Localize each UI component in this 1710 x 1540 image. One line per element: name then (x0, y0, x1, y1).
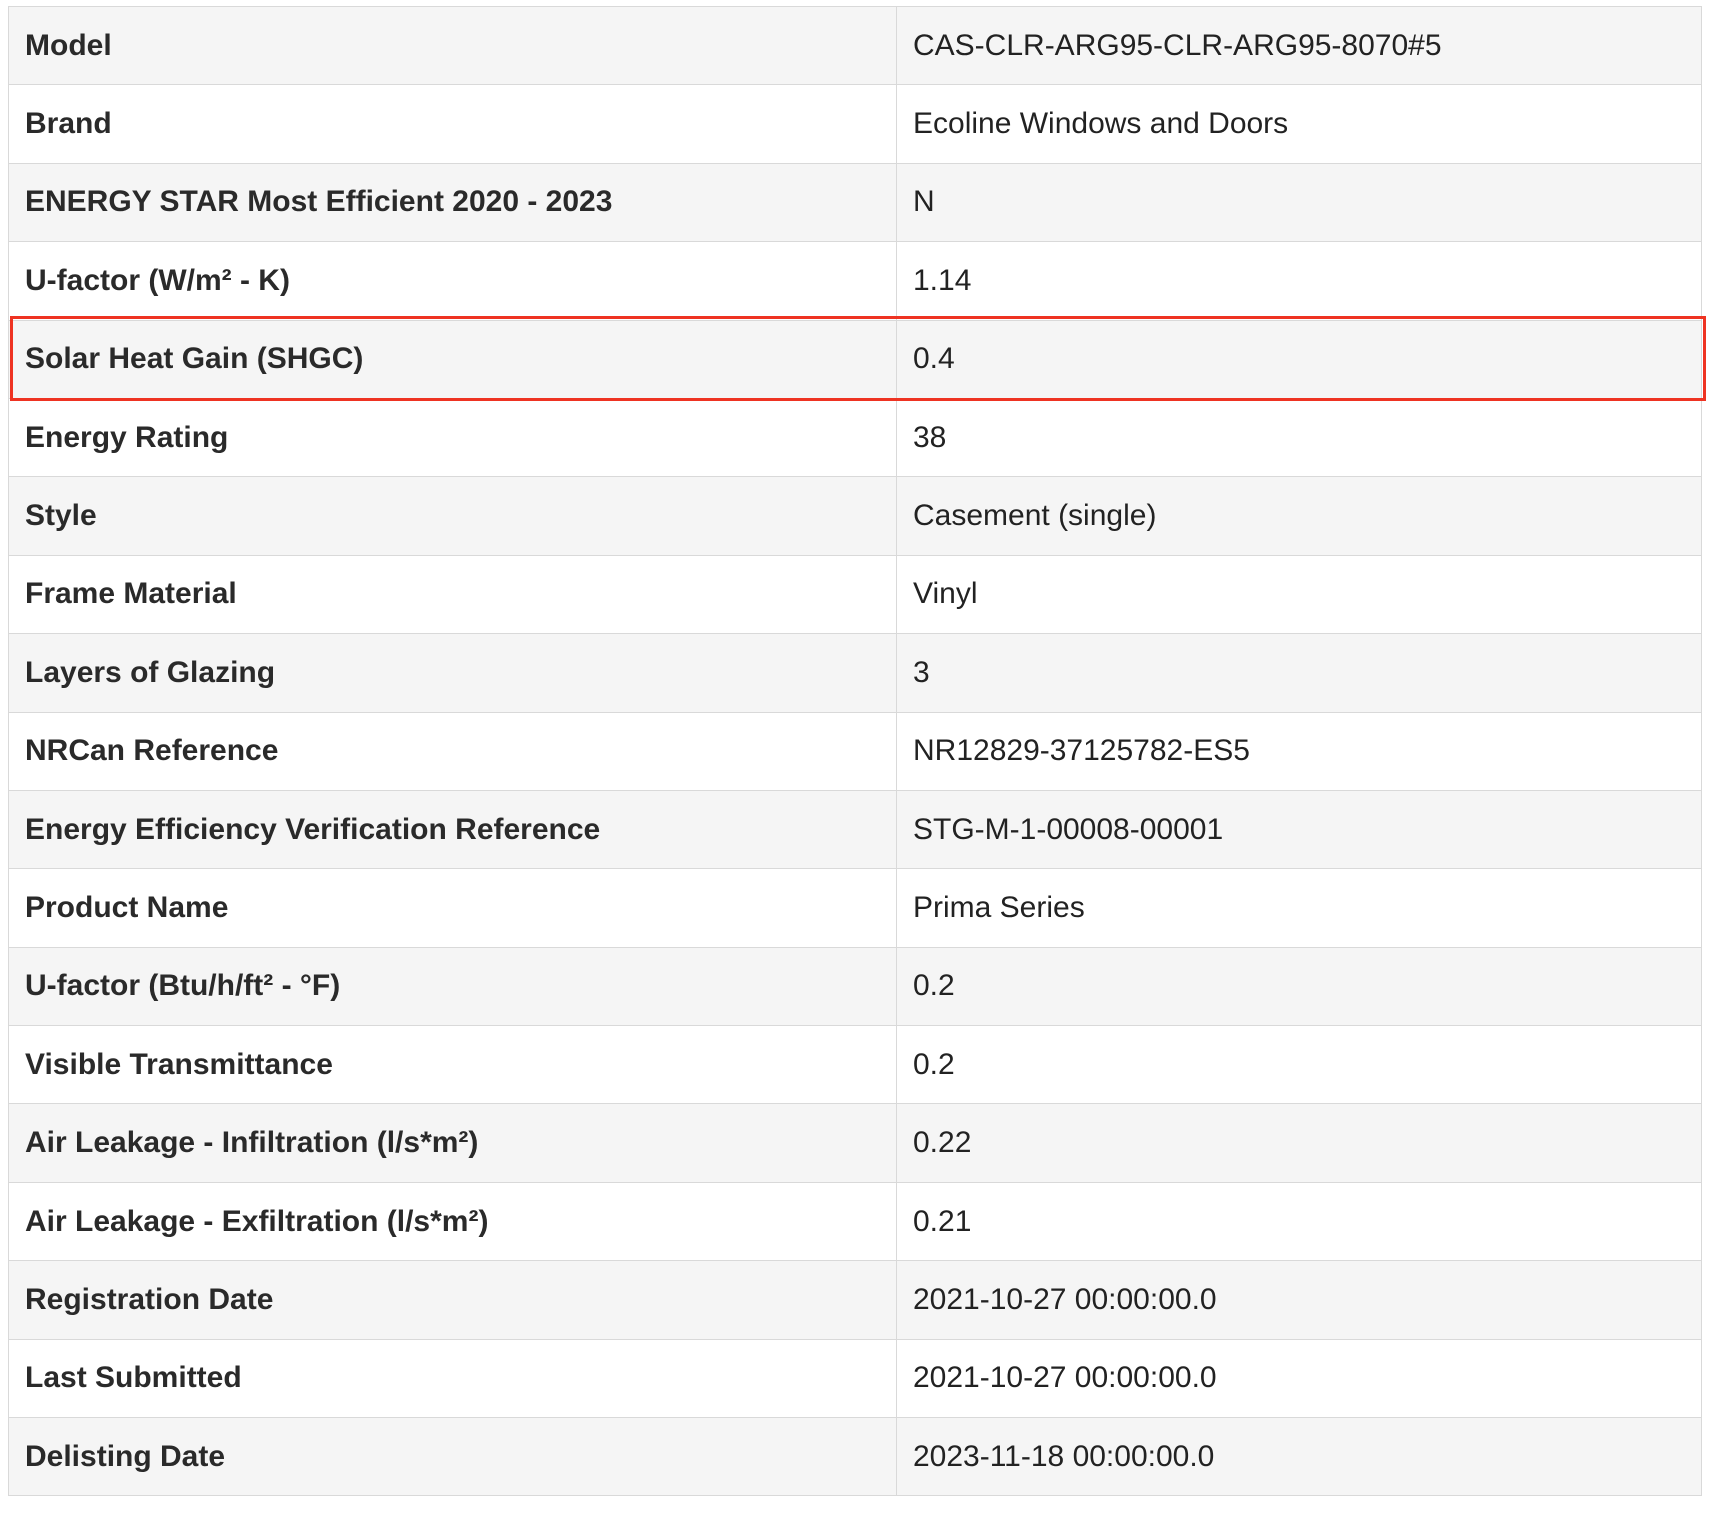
row-value: 0.22 (896, 1103, 1702, 1183)
row-label: U-factor (W/m² - K) (8, 241, 897, 321)
table-row-last-submitted: Last Submitted 2021-10-27 00:00:00.0 (8, 1338, 1702, 1419)
row-label: Brand (8, 84, 897, 164)
row-label: U-factor (Btu/h/ft² - °F) (8, 946, 897, 1027)
row-value: 0.21 (896, 1181, 1702, 1262)
row-value: 3 (896, 633, 1702, 713)
row-label: Delisting Date (8, 1417, 897, 1497)
row-value: 2021-10-27 00:00:00.0 (896, 1338, 1702, 1419)
row-value: CAS-CLR-ARG95-CLR-ARG95-8070#5 (896, 5, 1702, 86)
table-row-model: Model CAS-CLR-ARG95-CLR-ARG95-8070#5 (8, 5, 1702, 86)
table-row-u-factor-metric: U-factor (W/m² - K) 1.14 (8, 241, 1702, 321)
row-value: Ecoline Windows and Doors (896, 84, 1702, 164)
table-row-visible-transmittance: Visible Transmittance 0.2 (8, 1025, 1702, 1105)
row-value: Prima Series (896, 868, 1702, 948)
table-row-solar-heat-gain: Solar Heat Gain (SHGC) 0.4 (8, 319, 1702, 399)
table-row-brand: Brand Ecoline Windows and Doors (8, 84, 1702, 164)
table-row-registration-date: Registration Date 2021-10-27 00:00:00.0 (8, 1260, 1702, 1340)
row-label: Solar Heat Gain (SHGC) (8, 319, 897, 399)
row-value: 0.2 (896, 1025, 1702, 1105)
row-label: Energy Efficiency Verification Reference (8, 789, 897, 870)
row-value: 0.4 (896, 319, 1702, 399)
row-label: Air Leakage - Exfiltration (l/s*m²) (8, 1181, 897, 1262)
row-label: Layers of Glazing (8, 633, 897, 713)
table-row-air-leakage-infiltration: Air Leakage - Infiltration (l/s*m²) 0.22 (8, 1103, 1702, 1183)
row-label: Air Leakage - Infiltration (l/s*m²) (8, 1103, 897, 1183)
table-row-verification-reference: Energy Efficiency Verification Reference… (8, 789, 1702, 870)
row-value: N (896, 162, 1702, 243)
row-value: 2021-10-27 00:00:00.0 (896, 1260, 1702, 1340)
row-label: Last Submitted (8, 1338, 897, 1419)
row-label: Product Name (8, 868, 897, 948)
table-row-style: Style Casement (single) (8, 476, 1702, 556)
table-row-layers-of-glazing: Layers of Glazing 3 (8, 633, 1702, 713)
row-value: 1.14 (896, 241, 1702, 321)
table-row-air-leakage-exfiltration: Air Leakage - Exfiltration (l/s*m²) 0.21 (8, 1181, 1702, 1262)
table-row-energy-rating: Energy Rating 38 (8, 397, 1702, 478)
row-label: NRCan Reference (8, 711, 897, 791)
row-value: 38 (896, 397, 1702, 478)
row-label: Registration Date (8, 1260, 897, 1340)
table-row-nrcan-reference: NRCan Reference NR12829-37125782-ES5 (8, 711, 1702, 791)
table-row-product-name: Product Name Prima Series (8, 868, 1702, 948)
row-value: Casement (single) (896, 476, 1702, 556)
table-row-delisting-date: Delisting Date 2023-11-18 00:00:00.0 (8, 1417, 1702, 1497)
row-value: Vinyl (896, 554, 1702, 635)
row-label: ENERGY STAR Most Efficient 2020 - 2023 (8, 162, 897, 243)
row-label: Model (8, 5, 897, 86)
row-label: Energy Rating (8, 397, 897, 478)
table-row-u-factor-imperial: U-factor (Btu/h/ft² - °F) 0.2 (8, 946, 1702, 1027)
row-value: STG-M-1-00008-00001 (896, 789, 1702, 870)
row-value: NR12829-37125782-ES5 (896, 711, 1702, 791)
row-value: 0.2 (896, 946, 1702, 1027)
row-label: Visible Transmittance (8, 1025, 897, 1105)
row-value: 2023-11-18 00:00:00.0 (896, 1417, 1702, 1497)
row-label: Frame Material (8, 554, 897, 635)
table-row-frame-material: Frame Material Vinyl (8, 554, 1702, 635)
product-spec-table: Model CAS-CLR-ARG95-CLR-ARG95-8070#5 Bra… (8, 5, 1702, 1497)
table-row-energy-star-most-efficient: ENERGY STAR Most Efficient 2020 - 2023 N (8, 162, 1702, 243)
row-label: Style (8, 476, 897, 556)
